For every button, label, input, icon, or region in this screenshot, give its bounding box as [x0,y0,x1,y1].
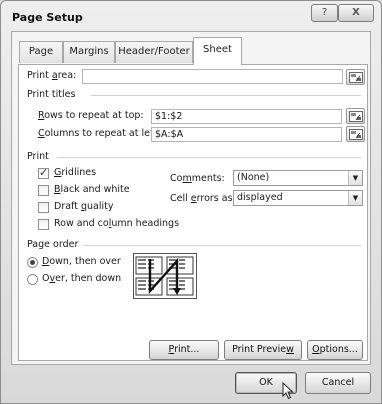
cell-errors-label: Cell errors as: [170,193,236,204]
comments-value: (None) [237,172,270,183]
page-setup-dialog: Page Setup ? X Page Margins Header/Foote… [0,0,382,404]
chevron-down-icon: ▼ [348,171,362,185]
columns-collapse-button[interactable] [346,126,365,142]
page-order-heading: Page order [27,239,79,250]
help-button[interactable]: ? [311,4,338,22]
row-column-headings-checkbox[interactable] [38,219,49,230]
over-then-down-radio[interactable] [27,274,38,285]
cancel-button[interactable]: Cancel [305,372,371,394]
chevron-down-icon: ▼ [348,191,362,205]
tab-sheet[interactable]: Sheet [193,37,242,65]
columns-to-repeat-label: Columns to repeat at left: [38,128,161,139]
draft-quality-checkbox[interactable] [38,202,49,213]
rows-collapse-button[interactable] [346,108,365,124]
dialog-title: Page Setup [12,11,83,24]
down-then-over-label: Down, then over [42,256,121,267]
gridlines-checkbox[interactable] [38,166,49,179]
mouse-pointer-icon [282,382,294,400]
section-divider [57,157,361,158]
tab-label: Margins [69,46,109,57]
tab-page[interactable]: Page [19,41,63,63]
print-area-input[interactable] [82,69,343,84]
rows-to-repeat-input[interactable]: $1:$2 [151,109,342,124]
comments-select[interactable]: (None) ▼ [233,170,363,186]
section-divider [83,245,361,246]
collapse-dialog-icon [349,111,363,122]
title-bar: Page Setup ? X [1,1,381,31]
black-and-white-checkbox[interactable] [38,185,49,196]
print-area-collapse-button[interactable] [346,69,365,85]
options-button[interactable]: Options... [307,340,363,360]
collapse-dialog-icon [349,72,363,83]
tab-margins[interactable]: Margins [63,41,115,63]
tab-header-footer[interactable]: Header/Footer [115,41,193,63]
black-and-white-label: Black and white [54,184,130,195]
print-preview-button[interactable]: Print Preview [224,340,302,360]
comments-label: Comments: [170,173,225,184]
gridlines-label: Gridlines [54,167,97,178]
over-then-down-label: Over, then down [42,273,122,284]
print-titles-heading: Print titles [27,89,76,100]
print-area-label: Print area: [27,70,77,81]
down-then-over-radio[interactable] [27,257,38,268]
section-divider [91,95,361,96]
close-icon: X [352,7,360,18]
draft-quality-label: Draft quality [54,201,114,212]
print-button[interactable]: Print... [149,340,219,360]
tab-label: Page [28,46,54,57]
help-icon: ? [321,7,328,18]
rows-to-repeat-label: Rows to repeat at top: [38,110,144,121]
tab-label: Header/Footer [118,46,190,57]
columns-to-repeat-input[interactable]: $A:$A [151,127,342,142]
collapse-dialog-icon [349,129,363,140]
page-order-diagram-icon [133,253,197,299]
cell-errors-value: displayed [237,192,283,203]
print-heading: Print [27,151,49,162]
cell-errors-select[interactable]: displayed ▼ [233,190,363,206]
close-button[interactable]: X [338,4,374,22]
row-column-headings-label: Row and column headings [54,218,180,229]
tab-label: Sheet [203,44,232,55]
